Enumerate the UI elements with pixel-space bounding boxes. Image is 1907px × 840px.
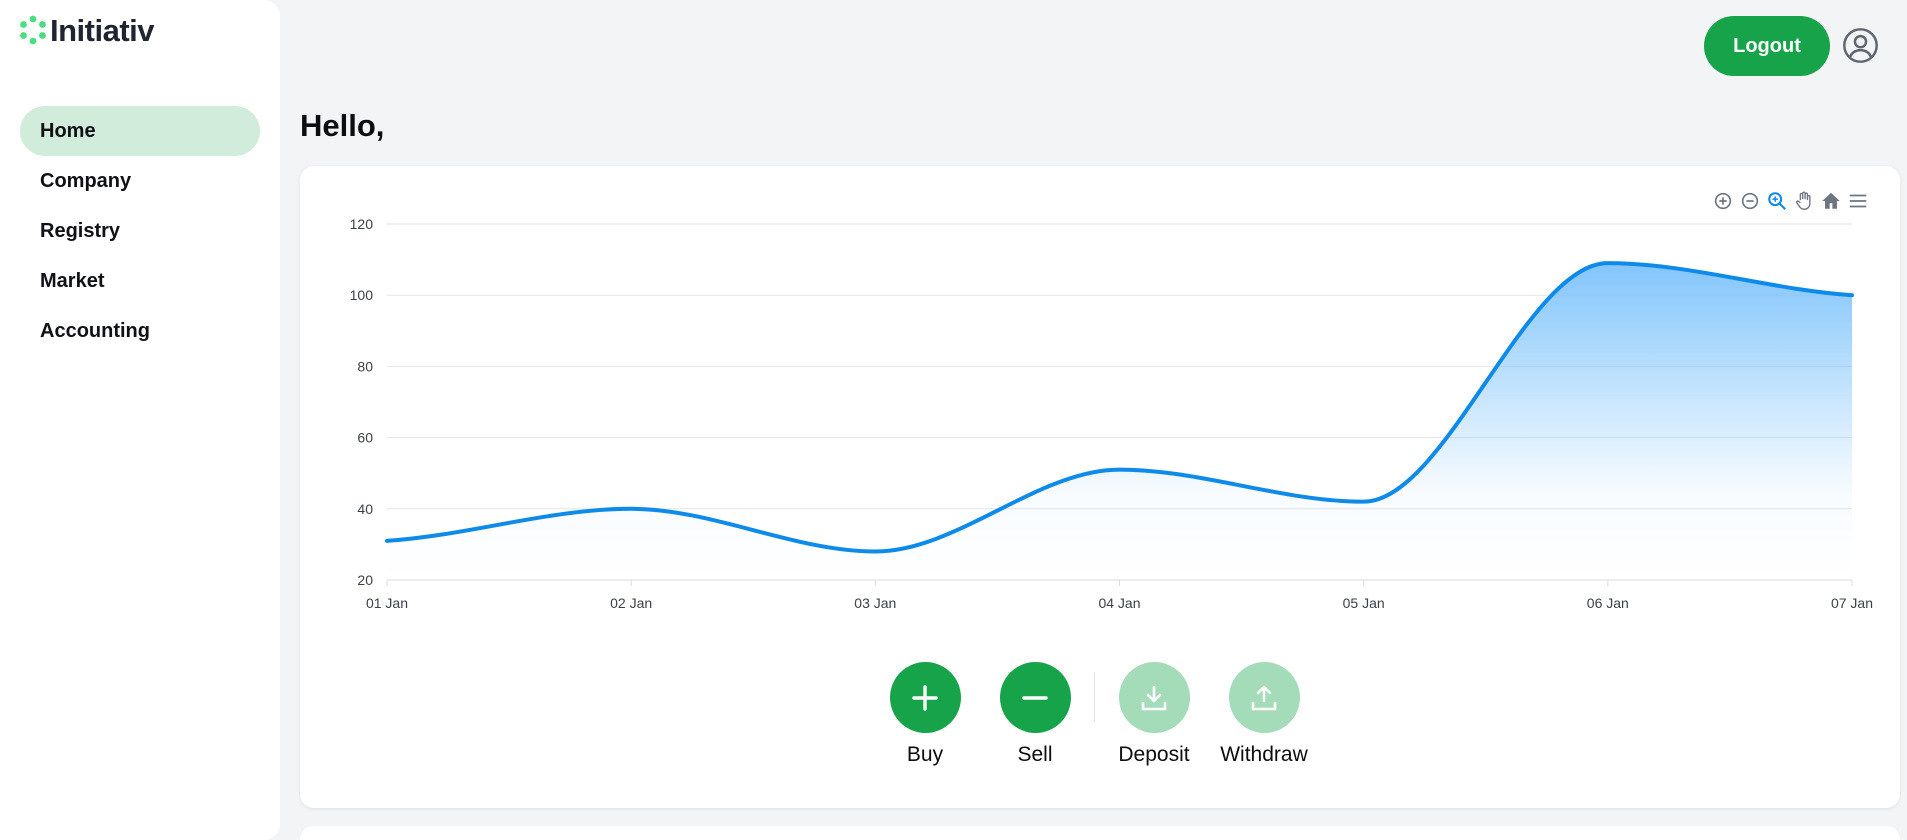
deposit-label: Deposit xyxy=(1118,743,1190,766)
plus-icon xyxy=(912,684,938,711)
deposit-circle[interactable] xyxy=(1118,662,1190,733)
buy-button[interactable]: Buy xyxy=(870,662,980,767)
brand-name: Initiativ xyxy=(50,12,155,48)
price-area-chart: 20 40 60 80 100 120 01 Jan 02 Jan 03 Jan 04 Jan 05… xyxy=(350,216,1873,611)
y-tick-label: 120 xyxy=(350,216,374,232)
x-tick-label: 05 Jan xyxy=(1343,595,1385,611)
x-tick-label: 06 Jan xyxy=(1587,595,1629,611)
buy-circle[interactable] xyxy=(889,662,961,733)
y-tick-label: 60 xyxy=(357,430,373,446)
sidebar-item-home[interactable]: Home xyxy=(20,106,260,156)
brand-logo[interactable]: Initiativ xyxy=(18,12,155,48)
logout-button[interactable]: Logout xyxy=(1704,16,1830,76)
sell-button[interactable]: Sell xyxy=(980,662,1090,767)
sidebar-item-accounting[interactable]: Accounting xyxy=(20,306,260,356)
sidebar-item-company[interactable]: Company xyxy=(20,156,260,206)
secondary-card xyxy=(300,826,1900,840)
download-icon xyxy=(1141,685,1167,710)
withdraw-circle[interactable] xyxy=(1228,662,1300,733)
action-bar: Buy Sell Deposit Withdraw xyxy=(870,662,1319,767)
buy-label: Buy xyxy=(906,743,944,766)
sell-label: Sell xyxy=(1017,743,1053,766)
sidebar-nav: Home Company Registry Market Accounting xyxy=(20,106,260,356)
x-tick-label: 07 Jan xyxy=(1831,595,1873,611)
y-tick-label: 80 xyxy=(357,358,373,374)
withdraw-label: Withdraw xyxy=(1220,743,1308,766)
y-tick-label: 40 xyxy=(357,501,373,517)
x-tick-label: 02 Jan xyxy=(610,595,652,611)
greeting-heading: Hello, xyxy=(300,108,385,143)
sidebar: Initiativ Home Company Registry Market A… xyxy=(0,0,280,840)
sidebar-item-registry[interactable]: Registry xyxy=(20,206,260,256)
sidebar-item-market[interactable]: Market xyxy=(20,256,260,306)
y-tick-label: 100 xyxy=(350,287,374,303)
upload-icon xyxy=(1251,685,1277,710)
sell-circle[interactable] xyxy=(999,662,1071,733)
action-divider xyxy=(1094,672,1095,722)
series-area-fill xyxy=(387,263,1852,580)
deposit-button[interactable]: Deposit xyxy=(1099,662,1209,767)
x-tick-label: 04 Jan xyxy=(1098,595,1140,611)
withdraw-button[interactable]: Withdraw xyxy=(1209,662,1319,767)
logo-ring-icon xyxy=(20,15,46,45)
x-tick-label: 01 Jan xyxy=(366,595,408,611)
y-tick-label: 20 xyxy=(357,572,373,588)
x-tick-label: 03 Jan xyxy=(854,595,896,611)
user-circle-icon[interactable] xyxy=(1842,27,1879,64)
minus-icon xyxy=(1022,695,1048,700)
